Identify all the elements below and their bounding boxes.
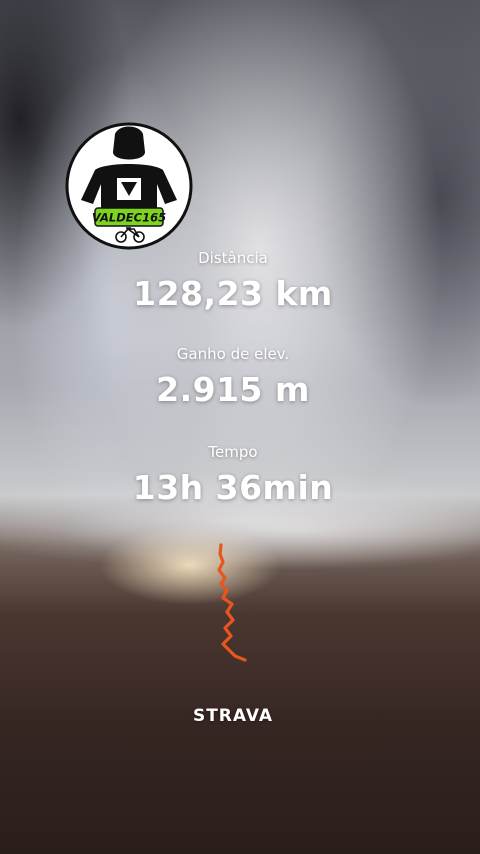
strava-logo: STRAVA <box>192 706 274 726</box>
elevation-label: Ganho de elev. <box>176 345 290 363</box>
time-label: Tempo <box>208 443 258 461</box>
distance-value: 128,23 km <box>133 274 333 313</box>
elevation-value: 2.915 m <box>156 370 310 409</box>
athlete-logo: VALDEC165 <box>65 122 193 250</box>
logo-text: VALDEC165 <box>92 211 166 225</box>
distance-label: Distância <box>198 249 268 267</box>
time-value: 13h 36min <box>132 468 334 507</box>
route-map-line <box>217 543 247 662</box>
